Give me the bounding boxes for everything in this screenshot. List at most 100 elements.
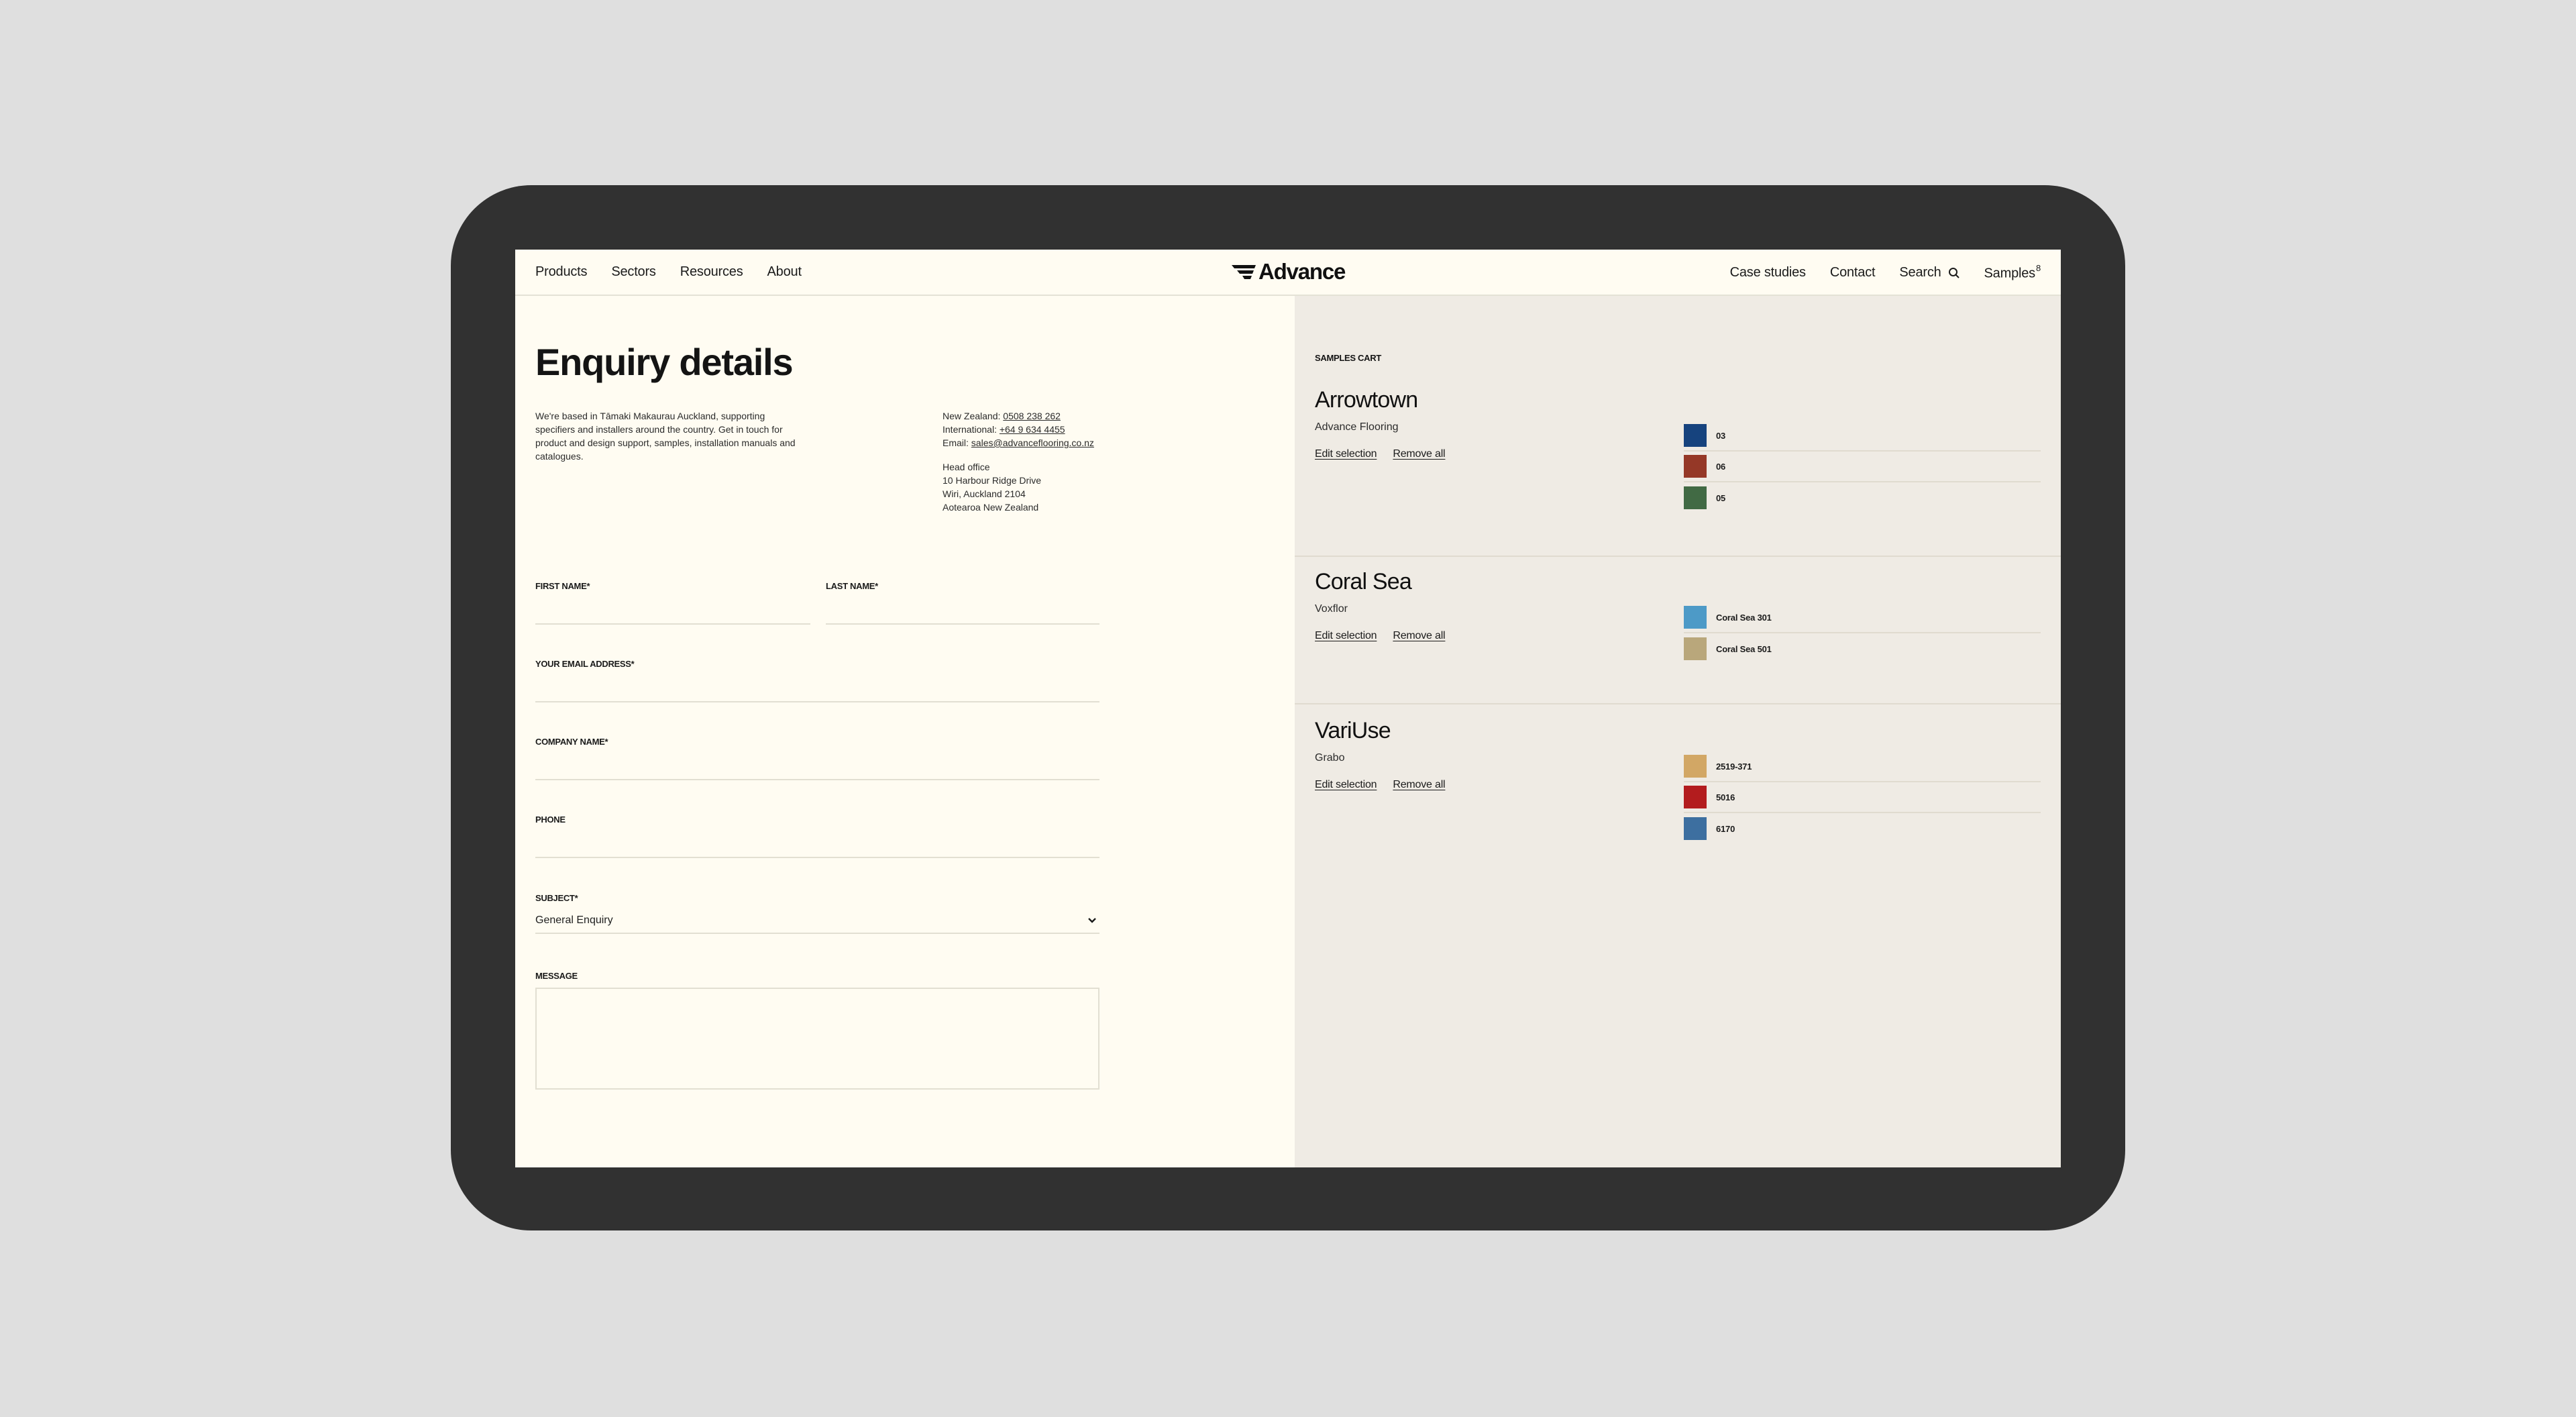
logo-wing-icon (1232, 265, 1256, 279)
office-line2: Wiri, Auckland 2104 (943, 488, 1026, 499)
remove-all-link[interactable]: Remove all (1393, 779, 1445, 791)
office-line1: 10 Harbour Ridge Drive (943, 475, 1042, 486)
color-chip (1684, 455, 1707, 478)
product-actions: Edit selection Remove all (1315, 448, 1446, 460)
swatch-label: Coral Sea 501 (1716, 643, 1772, 654)
swatch-label: 5016 (1716, 792, 1735, 802)
search-icon (1948, 267, 1960, 278)
subject-label: SUBJECT* (535, 893, 578, 903)
nav-sectors[interactable]: Sectors (611, 264, 656, 280)
swatch-row[interactable]: Coral Sea 501 (1684, 633, 2041, 664)
phone-group: PHONE (535, 815, 1099, 858)
page-title: Enquiry details (535, 341, 794, 383)
product-brand: Grabo (1315, 752, 1345, 764)
first-name-input[interactable] (535, 596, 810, 625)
edit-selection-link[interactable]: Edit selection (1315, 630, 1377, 642)
nav-samples[interactable]: Samples8 (1984, 263, 2041, 282)
email-label: Email: (943, 437, 969, 448)
cart-section-variuse: VariUse Grabo Edit selection Remove all … (1295, 704, 2061, 865)
product-title: Coral Sea (1315, 569, 1412, 594)
cart-section-arrowtown: Arrowtown Advance Flooring Edit selectio… (1295, 296, 2061, 557)
product-actions: Edit selection Remove all (1315, 630, 1446, 642)
nav-resources[interactable]: Resources (680, 264, 743, 280)
samples-label: Samples (1984, 266, 2036, 281)
nav-search[interactable]: Search (1899, 265, 1960, 280)
product-actions: Edit selection Remove all (1315, 779, 1446, 791)
swatch-label: 6170 (1716, 823, 1735, 834)
product-brand: Voxflor (1315, 603, 1348, 615)
intl-label: International: (943, 424, 997, 435)
logo-text: Advance (1258, 259, 1346, 284)
company-input[interactable] (535, 752, 1099, 780)
last-name-label: LAST NAME* (826, 581, 878, 591)
samples-count-badge: 8 (2035, 263, 2041, 273)
nav-contact[interactable]: Contact (1830, 265, 1876, 280)
email-field-label: YOUR EMAIL ADDRESS* (535, 659, 635, 669)
first-name-group: FIRST NAME* (535, 581, 810, 625)
nav-left: Products Sectors Resources About (535, 264, 802, 280)
chevron-down-icon (1085, 917, 1099, 924)
product-title: Arrowtown (1315, 387, 1418, 413)
company-label: COMPANY NAME* (535, 737, 608, 747)
swatch-row[interactable]: 6170 (1684, 813, 2041, 844)
intro-text: We're based in Tāmaki Makaurau Auckland,… (535, 411, 796, 462)
email-link[interactable]: sales@advanceflooring.co.nz (971, 437, 1094, 448)
color-chip (1684, 637, 1707, 660)
swatch-row[interactable]: 06 (1684, 452, 2041, 482)
first-name-label: FIRST NAME* (535, 581, 590, 591)
product-brand: Advance Flooring (1315, 421, 1399, 433)
office-line3: Aotearoa New Zealand (943, 502, 1039, 513)
color-chip (1684, 786, 1707, 808)
intl-phone-link[interactable]: +64 9 634 4455 (1000, 424, 1065, 435)
swatch-row[interactable]: 03 (1684, 421, 2041, 452)
phone-label: PHONE (535, 815, 566, 825)
subject-group: SUBJECT* General Enquiry (535, 893, 1099, 934)
nav-right: Case studies Contact Search Samples8 (1730, 263, 2041, 282)
swatch-row[interactable]: 5016 (1684, 782, 2041, 813)
nav-products[interactable]: Products (535, 264, 588, 280)
swatch-label: 06 (1716, 461, 1726, 472)
swatch-list: 2519-371 5016 6170 (1684, 751, 2041, 844)
remove-all-link[interactable]: Remove all (1393, 630, 1445, 642)
browser-screen: Products Sectors Resources About Advance… (515, 250, 2061, 1167)
swatch-list: 03 06 05 (1684, 421, 2041, 513)
message-textarea[interactable] (535, 988, 1099, 1090)
enquiry-panel: Enquiry details We're based in Tāmaki Ma… (515, 296, 1295, 1167)
nz-phone-link[interactable]: 0508 238 262 (1003, 411, 1061, 421)
color-chip (1684, 606, 1707, 629)
remove-all-link[interactable]: Remove all (1393, 448, 1445, 460)
last-name-input[interactable] (826, 596, 1099, 625)
swatch-label: 03 (1716, 430, 1726, 441)
swatch-label: 05 (1716, 492, 1726, 503)
search-label: Search (1899, 265, 1941, 280)
email-group: YOUR EMAIL ADDRESS* (535, 659, 1099, 702)
swatch-row[interactable]: Coral Sea 301 (1684, 602, 2041, 633)
swatch-row[interactable]: 05 (1684, 482, 2041, 513)
nav-case-studies[interactable]: Case studies (1730, 265, 1806, 280)
product-title: VariUse (1315, 718, 1391, 743)
company-group: COMPANY NAME* (535, 737, 1099, 780)
logo[interactable]: Advance (1232, 259, 1346, 284)
swatch-label: 2519-371 (1716, 761, 1752, 772)
nav-about[interactable]: About (767, 264, 802, 280)
edit-selection-link[interactable]: Edit selection (1315, 779, 1377, 791)
subject-select[interactable]: General Enquiry (535, 908, 1099, 934)
swatch-list: Coral Sea 301 Coral Sea 501 (1684, 602, 2041, 664)
email-input[interactable] (535, 674, 1099, 702)
edit-selection-link[interactable]: Edit selection (1315, 448, 1377, 460)
top-nav: Products Sectors Resources About Advance… (515, 250, 2061, 296)
swatch-row[interactable]: 2519-371 (1684, 751, 2041, 782)
color-chip (1684, 755, 1707, 778)
swatch-label: Coral Sea 301 (1716, 612, 1772, 623)
phone-input[interactable] (535, 830, 1099, 858)
samples-cart-panel: SAMPLES CART Arrowtown Advance Flooring … (1295, 296, 2061, 1167)
office-title: Head office (943, 462, 990, 472)
color-chip (1684, 817, 1707, 840)
color-chip (1684, 424, 1707, 447)
subject-value: General Enquiry (535, 914, 613, 926)
cart-section-coral-sea: Coral Sea Voxflor Edit selection Remove … (1295, 557, 2061, 704)
last-name-group: LAST NAME* (826, 581, 1099, 625)
nz-label: New Zealand: (943, 411, 1001, 421)
message-label: MESSAGE (535, 971, 578, 981)
message-group: MESSAGE (535, 971, 1099, 1090)
